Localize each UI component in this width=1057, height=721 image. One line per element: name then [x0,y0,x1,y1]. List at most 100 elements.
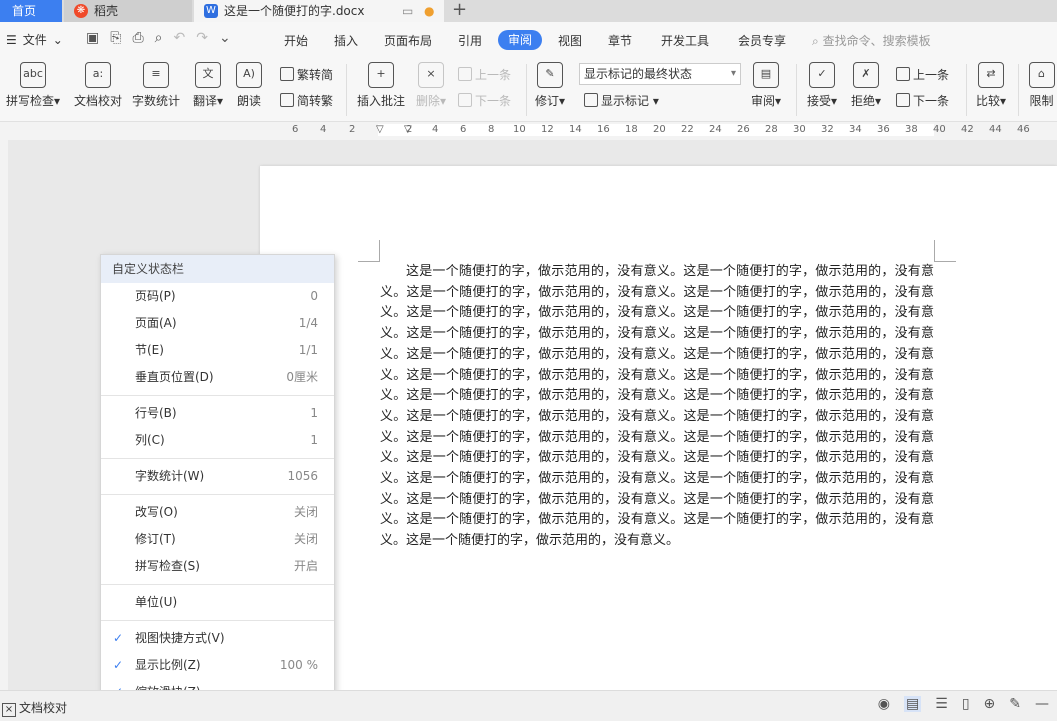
outline-view-icon[interactable]: ☰ [935,696,948,712]
undo-icon[interactable]: ↶ [173,30,185,46]
delete-comment-button[interactable]: × 删除▾ [412,62,450,109]
spell-check-button[interactable]: abc 拼写检查▾ [4,62,62,109]
translate-button[interactable]: 文 翻译▾ [188,62,228,109]
menu-item-track-changes[interactable]: 修订(T) 关闭 [101,526,334,553]
reading-view-icon[interactable]: ▯ [962,696,970,712]
page-view-icon[interactable]: ▤ [904,696,922,712]
markup-status-select[interactable]: 显示标记的最终状态 [579,63,741,85]
print-preview-icon[interactable]: ⌕ [155,30,163,46]
ruler-tick: 4 [432,124,439,135]
review-ribbon: abc 拼写检查▾ a: 文档校对 ≡ 字数统计 文 翻译▾ A) 朗读 繁转简… [0,58,1057,122]
menu-item-overtype[interactable]: 改写(O) 关闭 [101,499,334,526]
menu-item-word-count[interactable]: 字数统计(W) 1056 [101,463,334,490]
prev-change-button[interactable]: 上一条 [896,66,949,83]
menu-member[interactable]: 会员专享 [738,32,786,49]
menu-item-line-number[interactable]: 行号(B) 1 [101,400,334,427]
prev-comment-button[interactable]: 上一条 [458,66,511,83]
web-view-icon[interactable]: ⊕ [984,696,996,712]
command-search[interactable]: ⌕ 查找命令、搜索模板 [812,32,931,49]
tab-bar: 首页 ❋ 稻壳 W 这是一个随便打的字.docx ▭ ● + [0,0,1057,22]
prev-comment-label: 上一条 [475,68,512,82]
menu-separator [101,494,334,495]
menu-item-section[interactable]: 节(E) 1/1 [101,337,334,364]
menu-insert[interactable]: 插入 [334,32,358,49]
read-aloud-label: 朗读 [236,94,261,108]
file-menu[interactable]: ☰ 文件 ⌄ [6,31,63,48]
status-bar[interactable]: × 文档校对 ◉ ▤ ☰ ▯ ⊕ ✎ — [0,690,1057,721]
tab-document[interactable]: W 这是一个随便打的字.docx ▭ ● [194,0,444,22]
track-changes-button[interactable]: ✎ 修订▾ [532,62,568,109]
monitor-icon[interactable]: ▭ [402,0,413,22]
write-mode-icon[interactable]: ✎ [1009,696,1021,712]
menu-item-page-number[interactable]: 页码(P) 0 [101,283,334,310]
add-tab-icon[interactable]: + [452,0,467,21]
delete-comment-icon: × [418,62,444,88]
compare-icon: ⇄ [978,62,1004,88]
next-change-icon [896,93,910,107]
statusbar-doc-proof[interactable]: × 文档校对 [2,699,67,717]
quick-access-toolbar: ▣ ⎘ ⎙ ⌕ ↶ ↷ ⌄ [86,30,231,46]
tab-home[interactable]: 首页 [0,0,62,22]
reject-button[interactable]: ✗ 拒绝▾ [848,62,884,109]
next-change-label: 下一条 [913,94,950,108]
document-page[interactable]: 这是一个随便打的字，做示范用的，没有意义。这是一个随便打的字，做示范用的，没有意… [260,166,1057,690]
read-aloud-button[interactable]: A) 朗读 [232,62,266,109]
menu-item-vertical-position[interactable]: 垂直页位置(D) 0厘米 [101,364,334,391]
restrict-editing-button[interactable]: ⌂ 限制 [1026,62,1057,109]
menu-view[interactable]: 视图 [558,32,582,49]
unsaved-dot-icon: ● [424,4,435,18]
menu-item-units[interactable]: 单位(U) [101,589,334,616]
review-pane-button[interactable]: ▤ 审阅▾ [748,62,784,109]
reject-label: 拒绝 [850,94,875,108]
insert-comment-icon: + [368,62,394,88]
menu-item-zoom-level[interactable]: ✓ 显示比例(Z) 100 % [101,652,334,679]
menu-item-column[interactable]: 列(C) 1 [101,427,334,454]
compare-label: 比较 [975,94,1000,108]
save-icon[interactable]: ▣ [86,30,99,46]
print-icon[interactable]: ⎙ [132,30,143,46]
close-small-icon: × [2,703,16,717]
eye-protection-icon[interactable]: ◉ [878,696,890,712]
show-markup-button[interactable]: 显示标记 ▾ [584,92,659,109]
compare-button[interactable]: ⇄ 比较▾ [972,62,1010,109]
horizontal-ruler[interactable]: 6 4 2 ▽ ▽ 2 4 6 8 10 12 14 16 18 20 22 2… [0,122,1057,140]
tab-daoke[interactable]: ❋ 稻壳 [64,0,192,22]
menu-item-page[interactable]: 页面(A) 1/4 [101,310,334,337]
redo-icon[interactable]: ↷ [196,30,208,46]
prev-comment-icon [458,67,472,81]
menu-page-layout[interactable]: 页面布局 [384,32,432,49]
accept-button[interactable]: ✓ 接受▾ [804,62,840,109]
menu-chapter[interactable]: 章节 [608,32,632,49]
menu-start[interactable]: 开始 [284,32,308,49]
more-icon[interactable]: — [1035,696,1049,712]
prev-change-icon [896,67,910,81]
indent-marker-icon[interactable]: ▽ [376,124,384,135]
next-change-button[interactable]: 下一条 [896,92,949,109]
next-comment-button[interactable]: 下一条 [458,92,511,109]
menu-item-view-shortcuts[interactable]: ✓ 视图快捷方式(V) [101,625,334,652]
more-chevron-icon[interactable]: ⌄ [219,30,231,46]
menu-item-spell-check[interactable]: 拼写检查(S) 开启 [101,553,334,580]
to-simplified-button[interactable]: 简转繁 [280,92,333,109]
next-comment-icon [458,93,472,107]
menu-review[interactable]: 审阅 [498,30,542,50]
to-simplified-label: 简转繁 [297,94,334,108]
doc-proof-button[interactable]: a: 文档校对 [70,62,126,109]
document-body-text[interactable]: 这是一个随便打的字，做示范用的，没有意义。这是一个随便打的字，做示范用的，没有意… [380,262,934,552]
vertical-ruler[interactable] [0,140,8,690]
ruler-tick: 8 [488,124,495,135]
menu-separator [101,458,334,459]
divider [1018,64,1019,116]
menu-developer[interactable]: 开发工具 [661,32,709,49]
track-changes-label: 修订 [534,94,559,108]
ruler-tick: 12 [541,124,554,135]
menu-bar: ☰ 文件 ⌄ ▣ ⎘ ⎙ ⌕ ↶ ↷ ⌄ 开始 插入 页面布局 引用 审阅 视图… [0,22,1057,58]
export-icon[interactable]: ⎘ [110,30,121,46]
menu-references[interactable]: 引用 [458,32,482,49]
to-traditional-button[interactable]: 繁转简 [280,66,333,83]
word-count-button[interactable]: ≡ 字数统计 [130,62,182,109]
view-shortcuts: ◉ ▤ ☰ ▯ ⊕ ✎ — [878,696,1049,712]
menu-separator [101,395,334,396]
insert-comment-button[interactable]: + 插入批注 [354,62,408,109]
hamburger-icon: ☰ [6,32,17,47]
